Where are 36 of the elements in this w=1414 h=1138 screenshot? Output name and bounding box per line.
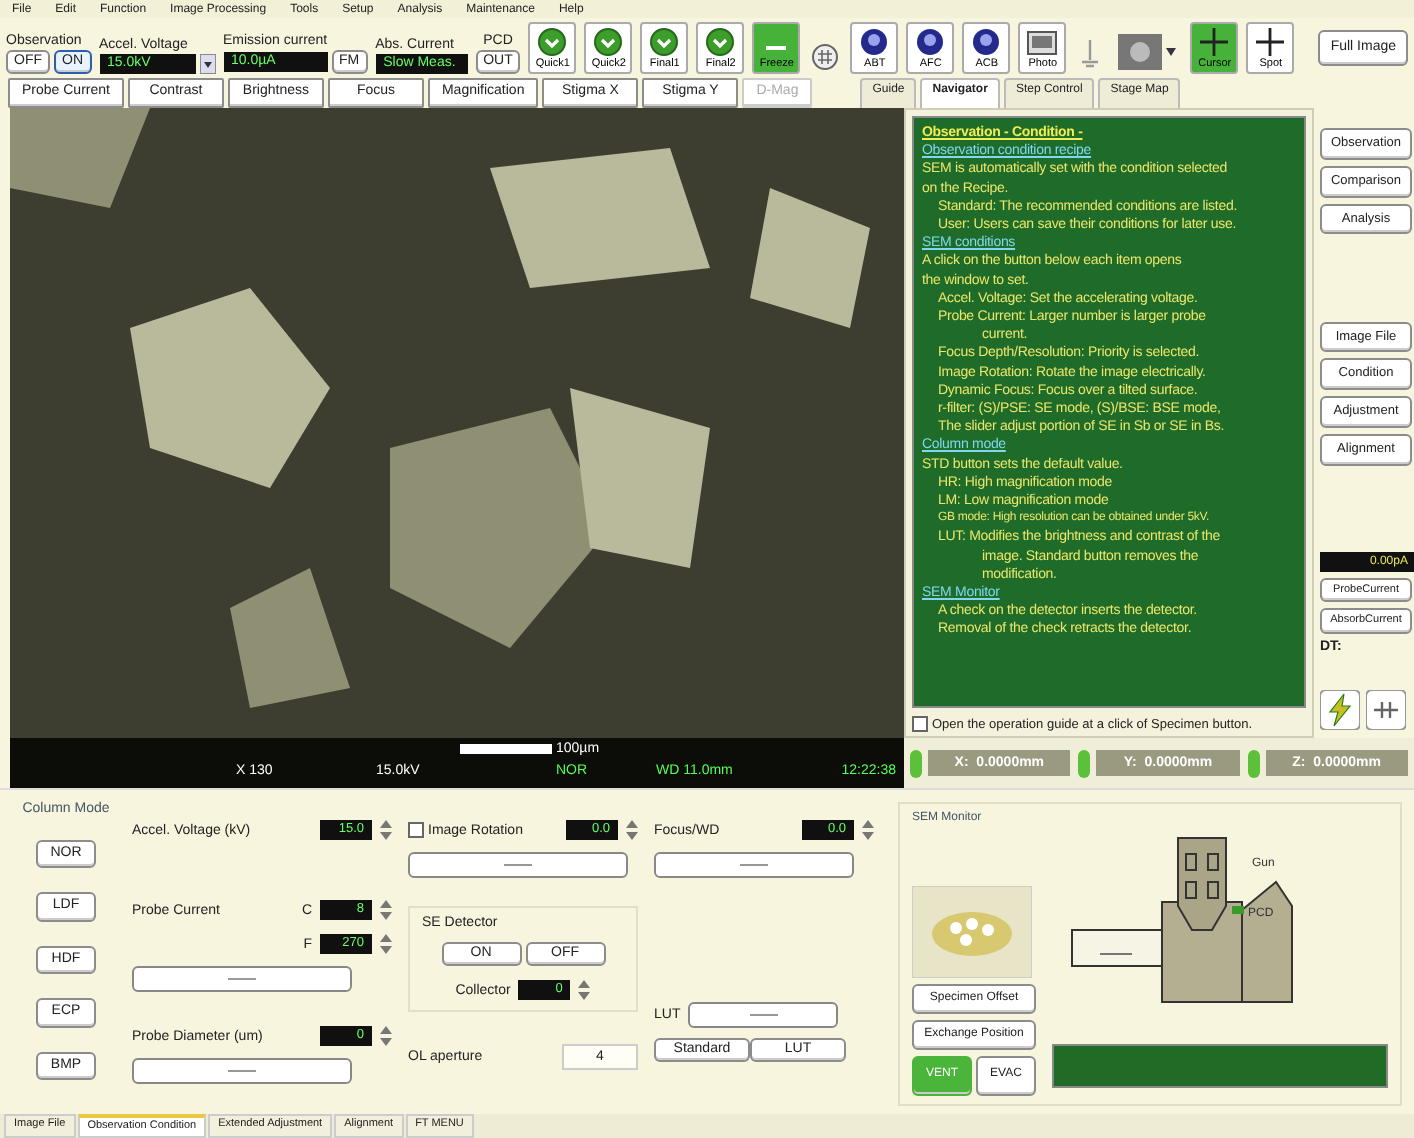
stage-handle[interactable] bbox=[910, 749, 922, 777]
dash-icon bbox=[764, 40, 789, 56]
scale-bar bbox=[460, 743, 552, 753]
thumbnail-icon bbox=[1118, 34, 1179, 70]
spinner-arrows-icon[interactable] bbox=[380, 898, 392, 922]
photo-icon bbox=[1026, 30, 1059, 56]
chevron-circle-icon bbox=[594, 28, 623, 56]
chevron-circle-icon bbox=[538, 28, 567, 56]
spinner-arrows-icon[interactable] bbox=[578, 978, 591, 1003]
chevron-circle-icon bbox=[706, 28, 735, 56]
grid-circle-icon bbox=[812, 44, 839, 70]
dot-circle-icon bbox=[916, 28, 945, 56]
stage-handle[interactable] bbox=[1247, 749, 1260, 777]
stage-handle[interactable] bbox=[1078, 749, 1091, 777]
slider[interactable] bbox=[408, 852, 628, 878]
checkbox[interactable] bbox=[408, 822, 424, 838]
chevron-circle-icon bbox=[650, 28, 679, 56]
detector-icon[interactable] bbox=[1366, 690, 1406, 731]
pin-icon bbox=[1078, 38, 1103, 70]
crosshair-icon bbox=[1256, 28, 1285, 56]
slider[interactable] bbox=[132, 966, 352, 992]
slider[interactable] bbox=[688, 1001, 839, 1028]
spinner-arrows-icon[interactable] bbox=[380, 1024, 392, 1048]
spinner-arrows-icon[interactable] bbox=[862, 818, 874, 842]
caret-icon[interactable] bbox=[199, 53, 215, 74]
dot-circle-icon bbox=[860, 28, 889, 56]
spinner-arrows-icon[interactable] bbox=[380, 818, 392, 842]
lightning-icon[interactable] bbox=[1320, 690, 1360, 731]
slider[interactable] bbox=[132, 1058, 352, 1084]
dot-circle-icon bbox=[972, 28, 1001, 56]
checkbox[interactable] bbox=[912, 716, 928, 732]
specimen-holder-image bbox=[912, 886, 1032, 978]
slider[interactable] bbox=[654, 852, 854, 878]
spinner-arrows-icon[interactable] bbox=[626, 818, 638, 842]
crosshair-icon bbox=[1200, 28, 1229, 56]
spinner-arrows-icon[interactable] bbox=[380, 932, 392, 956]
